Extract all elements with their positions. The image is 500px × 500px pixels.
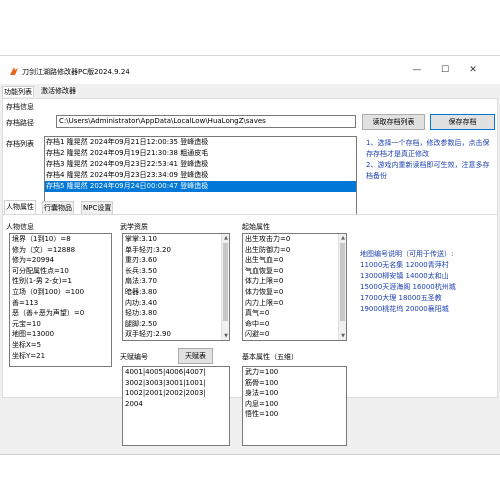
basic-line: 悟性=100: [245, 410, 279, 419]
talent-title: 天赋编号: [120, 353, 148, 361]
martial-textarea[interactable]: 掌掌:3.10 单手轻刃:3.20 重刃:3.60 长兵:3.50 扇法:3.70 暗器:…: [122, 233, 230, 341]
scroll-up-icon[interactable]: ▲: [339, 234, 346, 242]
basic-line: 武力=100: [245, 368, 279, 376]
minimize-button[interactable]: —: [403, 62, 431, 78]
map-note-line: 13000柳安镇 14000太和山: [360, 272, 449, 280]
character-line: 立场（0到100）=100: [12, 287, 85, 296]
instruction-1: 1、选择一个存档，修改参数后，点击保存存档才是真正修改: [366, 139, 490, 158]
archive-section-title: 存档信息: [6, 103, 34, 111]
maximize-button[interactable]: ☐: [431, 62, 459, 78]
talent-table-button[interactable]: 天赋表: [178, 348, 213, 364]
martial-line: 长兵:3.50: [125, 266, 157, 275]
initial-line: 出生气血=0: [245, 256, 284, 265]
martial-scrollbar[interactable]: ▲ ▼: [221, 234, 229, 340]
talent-line: 2004: [125, 399, 143, 408]
map-note: 地图编号说明（可用于传送）: 11000无名集 12000青萍村 13000柳安镇 …: [360, 249, 500, 315]
martial-line: 内功:3.40: [125, 298, 157, 307]
save-path-input[interactable]: C:\Users\Administrator\AppData\LocalLow\…: [56, 115, 356, 128]
martial-line: 单手轻刃:3.20: [125, 245, 171, 254]
title-bar: 刀剑江湖路修改器PC版2024.9.24 — ☐ ✕: [0, 56, 500, 84]
map-note-line: 地图编号说明（可用于传送）:: [360, 250, 454, 258]
menu-bar: 功能列表 激活修改器: [0, 85, 500, 97]
map-note-line: 11000无名集 12000青萍村: [360, 261, 449, 269]
read-list-button[interactable]: 读取存档列表: [362, 114, 425, 130]
instruction-2: 2、游戏内重新读档即可生效，注意多存档备份: [366, 161, 490, 180]
tab-inventory[interactable]: 行囊物品: [42, 201, 74, 214]
app-icon: [10, 67, 18, 75]
tab-npc[interactable]: NPC设置: [81, 201, 114, 214]
martial-title: 武学资质: [120, 223, 148, 231]
character-line: 境界（1到10）=8: [12, 235, 71, 243]
scroll-thumb[interactable]: [340, 243, 345, 321]
character-line: 地图=13000: [12, 330, 55, 339]
save-list-item[interactable]: 存档4 隆晃然 2024年09月23日23:34:09 登峰造极: [45, 170, 356, 181]
initial-line: 命中=0: [245, 319, 270, 328]
character-line: 元宝=10: [12, 319, 41, 328]
talent-textarea[interactable]: 4001|4005|4006|4007| 3002|3003|3001|1001|…: [122, 366, 230, 446]
initial-line: 出生攻击力=0: [245, 235, 291, 243]
martial-line: 轻功:3.80: [125, 309, 157, 318]
map-note-line: 17000大理 18000五圣教: [360, 294, 442, 302]
basic-title: 基本属性（五维）: [242, 353, 298, 361]
martial-line: 双手轻刃:2.90: [125, 330, 171, 339]
save-archive-button[interactable]: 保存存档: [430, 114, 495, 130]
martial-line: 重刃:3.60: [125, 256, 157, 265]
basic-line: 筋骨=100: [245, 378, 279, 387]
menu-activate[interactable]: 激活修改器: [40, 86, 77, 96]
martial-line: 掌掌:3.10: [125, 235, 157, 243]
talent-line: 3002|3003|3001|1001|: [125, 378, 206, 387]
martial-line: 腿脚:2.50: [125, 319, 157, 328]
character-line: 可分配属性点=10: [12, 266, 69, 275]
character-line: 坐标Y=21: [12, 351, 46, 360]
basic-line: 身法=100: [245, 389, 279, 398]
scroll-thumb[interactable]: [223, 243, 228, 321]
instructions: 1、选择一个存档，修改参数后，点击保存存档才是真正修改 2、游戏内重新读档即可生…: [366, 138, 494, 182]
window-title: 刀剑江湖路修改器PC版2024.9.24: [22, 68, 130, 76]
path-label: 存档路径: [6, 119, 34, 127]
character-line: 坐标X=5: [12, 340, 42, 349]
character-line: 恶（善+恶为声望）=0: [12, 309, 85, 318]
list-label: 存档列表: [6, 140, 34, 148]
menu-function-list[interactable]: 功能列表: [2, 86, 34, 97]
character-title: 人物信息: [6, 223, 34, 231]
martial-line: 暗器:3.80: [125, 287, 157, 296]
save-list-item[interactable]: 存档2 隆晃然 2024年09月19日21:30:38 粗通皮毛: [45, 148, 356, 159]
basic-line: 内息=100: [245, 399, 279, 408]
save-list-item[interactable]: 存档1 隆晃然 2024年09月21日12:00:35 登峰造极: [45, 137, 356, 148]
character-line: 修为=20994: [12, 256, 55, 265]
scroll-down-icon[interactable]: ▼: [222, 332, 229, 340]
initial-line: 闪避=0: [245, 330, 270, 339]
talent-line: 1002|2001|2002|2003|: [125, 389, 206, 398]
save-list-item[interactable]: 存档5 隆晃然 2024年09月24日00:00:47 登峰造极: [45, 181, 356, 192]
basic-textarea[interactable]: 武力=100 筋骨=100 身法=100 内息=100 悟性=100: [242, 366, 347, 446]
initial-line: 内力上限=0: [245, 298, 284, 307]
save-list-item[interactable]: 存档3 隆晃然 2024年09月23日22:53:41 登峰造极: [45, 159, 356, 170]
martial-line: 扇法:3.70: [125, 277, 157, 286]
character-line: 性别(1-男 2-女)=1: [12, 277, 72, 286]
property-tabs: 人物属性 行囊物品 NPC设置: [2, 200, 498, 214]
initial-line: 真气=0: [245, 309, 270, 318]
initial-line: 出生防御力=0: [245, 245, 291, 254]
character-line: 善=113: [12, 298, 39, 307]
initial-line: 体力上限=0: [245, 277, 284, 286]
initial-title: 起始属性: [242, 223, 270, 231]
character-line: 修为（文）=12888: [12, 245, 76, 254]
tab-character[interactable]: 人物属性: [4, 200, 36, 214]
close-button[interactable]: ✕: [459, 62, 487, 78]
initial-line: 体力恢复=0: [245, 287, 284, 296]
character-textarea[interactable]: 境界（1到10）=8 修为（文）=12888 修为=20994 可分配属性点=10 性别…: [9, 233, 112, 367]
initial-scrollbar[interactable]: ▲ ▼: [338, 234, 346, 340]
map-note-line: 19000桃花坞 20000襄阳城: [360, 305, 449, 313]
map-note-line: 15000天涯海阁 16000杭州城: [360, 283, 456, 291]
initial-line: 气血恢复=0: [245, 266, 284, 275]
talent-line: 4001|4005|4006|4007|: [125, 368, 206, 376]
scroll-down-icon[interactable]: ▼: [339, 332, 346, 340]
initial-textarea[interactable]: 出生攻击力=0 出生防御力=0 出生气血=0 气血恢复=0 体力上限=0 体力恢复=0 内力…: [242, 233, 347, 341]
scroll-up-icon[interactable]: ▲: [222, 234, 229, 242]
